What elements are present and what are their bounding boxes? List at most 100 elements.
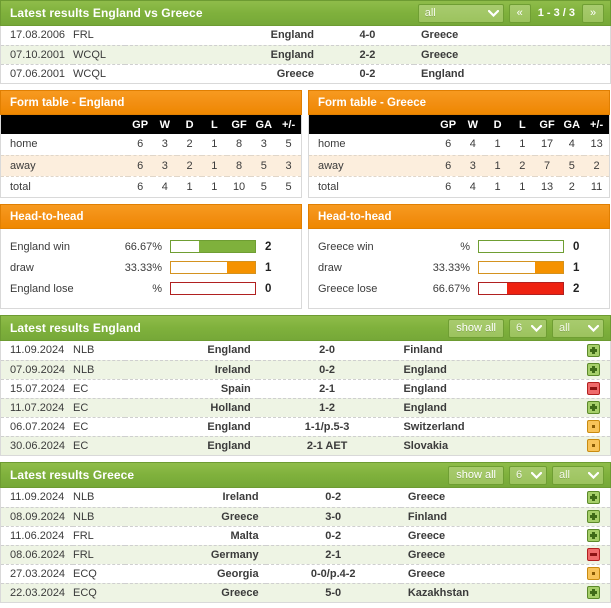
chevron-down-icon: [588, 467, 599, 484]
form-cell: 5: [260, 180, 267, 193]
match-date: 07.06.2001: [10, 67, 66, 80]
form-column-header: +/-: [584, 115, 609, 134]
away-team: Slovakia: [396, 436, 576, 455]
table-row[interactable]: 30.06.2024 EC England 2-1 AET Slovakia: [1, 436, 610, 455]
form-cell: 13: [584, 134, 609, 156]
table-row[interactable]: 17.08.2006 FRL England 4-0 Greece: [1, 26, 610, 46]
result-win-icon[interactable]: [586, 586, 600, 600]
table-row[interactable]: 11.06.2024 FRL Malta 0-2 Greece: [1, 526, 610, 546]
result-lose-icon[interactable]: [586, 548, 600, 561]
away-team: Greece: [400, 564, 576, 584]
result-win-icon[interactable]: [586, 490, 600, 504]
head-to-head-label: draw: [318, 261, 342, 274]
result-draw-icon[interactable]: [586, 567, 600, 580]
h2h-filter-select[interactable]: all: [417, 3, 504, 23]
h2h-results-header: Latest results England vs Greece all « 1…: [0, 0, 611, 26]
head-to-head-label: England win: [10, 240, 70, 253]
head-to-head-label: England lose: [10, 282, 74, 295]
table-row[interactable]: 07.10.2001 WCQL England 2-2 Greece: [1, 45, 610, 65]
form-cell: 11: [590, 180, 603, 193]
head-to-head-england: Head-to-head England win 66.67% 2 draw 33.33…: [0, 204, 302, 309]
head-to-head-greece: Head-to-head Greece win% 0 draw 33.33% 1 Gree…: [308, 204, 610, 309]
chevron-down-icon: [487, 5, 499, 22]
result-status-cell: [576, 417, 610, 437]
form-row-label: total: [10, 180, 31, 193]
count-select-england[interactable]: 6: [509, 318, 547, 338]
form-cell: 13: [540, 180, 554, 193]
form-cell: 3: [152, 155, 178, 177]
table-row[interactable]: 27.03.2024 ECQ Georgia 0-0/p.4-2 Greece: [1, 564, 610, 584]
home-team: Germany: [125, 545, 266, 565]
head-to-head-count: 2: [265, 240, 272, 253]
form-cell: 3: [152, 134, 178, 156]
latest-england-table: 11.09.2024 NLB England 2-0 Finland 07.09.2024…: [1, 341, 610, 455]
match-date: 11.09.2024: [1, 488, 73, 508]
result-draw-icon[interactable]: [586, 420, 600, 433]
away-team: England: [396, 360, 576, 380]
home-team: Georgia: [125, 564, 266, 584]
form-cell: 10: [232, 180, 246, 193]
result-win-icon[interactable]: [586, 363, 600, 376]
home-team: England: [125, 26, 321, 46]
form-cell: 3: [460, 155, 486, 177]
head-to-head-greece-title: Head-to-head: [318, 210, 392, 223]
away-team: Finland: [400, 507, 576, 527]
count-select-greece[interactable]: 6: [509, 465, 547, 485]
away-team: Greece: [400, 526, 576, 546]
table-row[interactable]: 08.06.2024 FRL Germany 2-1 Greece: [1, 545, 610, 565]
home-team: Malta: [125, 526, 266, 546]
away-team: Finland: [396, 341, 576, 361]
head-to-head-percent: %: [460, 240, 470, 253]
filter-select-greece[interactable]: all: [552, 465, 604, 485]
head-to-head-bar-fill: [535, 262, 563, 273]
form-cell: 2: [177, 155, 202, 177]
table-row[interactable]: 22.03.2024 ECQ Greece 5-0 Kazakhstan: [1, 583, 610, 602]
result-win-icon[interactable]: [586, 529, 600, 542]
form-column-header: +/-: [276, 115, 301, 134]
form-row-label: home: [309, 134, 436, 156]
result-win-icon[interactable]: [586, 510, 600, 523]
filter-select-england[interactable]: all: [552, 318, 604, 338]
home-team: Ireland: [125, 488, 266, 508]
result-draw-icon[interactable]: [586, 439, 600, 453]
table-row[interactable]: 11.09.2024 NLB Ireland 0-2 Greece: [1, 488, 610, 508]
match-competition: EC: [73, 398, 125, 418]
result-lose-icon[interactable]: [586, 382, 600, 395]
form-cell: 1: [494, 180, 501, 193]
table-row[interactable]: 07.06.2001 WCQL Greece 0-2 England: [1, 64, 610, 83]
match-date: 08.06.2024: [1, 545, 73, 565]
result-status-cell: [576, 379, 610, 399]
next-page-button[interactable]: »: [582, 3, 604, 23]
away-team: Greece: [413, 45, 610, 65]
home-team: England: [125, 45, 321, 65]
match-competition: NLB: [73, 488, 125, 508]
head-to-head-bar-fill: [227, 262, 255, 273]
form-cell: 6: [127, 134, 153, 156]
match-date: 11.07.2024: [1, 398, 73, 418]
show-all-button-greece[interactable]: show all: [448, 465, 504, 485]
form-cell: 6: [127, 155, 153, 177]
prev-page-button[interactable]: «: [508, 3, 531, 23]
form-row-label: away: [309, 155, 436, 177]
head-to-head-row: draw 33.33% 1: [318, 257, 600, 278]
match-competition: EC: [73, 379, 125, 399]
table-row[interactable]: 06.07.2024 EC England 1-1/p.5-3 Switzerland: [1, 417, 610, 437]
result-win-icon[interactable]: [586, 343, 600, 357]
head-to-head-count: 0: [573, 240, 580, 253]
result-win-icon[interactable]: [586, 401, 600, 414]
table-row[interactable]: 07.09.2024 NLB Ireland 0-2 England: [1, 360, 610, 380]
form-cell: 6: [435, 134, 461, 156]
table-row[interactable]: 11.07.2024 EC Holland 1-2 England: [1, 398, 610, 418]
show-all-button-england[interactable]: show all: [448, 318, 504, 338]
head-to-head-england-body: England win 66.67% 2 draw 33.33% 1 England los…: [0, 229, 302, 309]
match-score: 2-2: [321, 45, 414, 65]
table-row[interactable]: 15.07.2024 EC Spain 2-1 England: [1, 379, 610, 399]
head-to-head-row: England lose% 0: [10, 278, 292, 299]
head-to-head-percent: 66.67%: [432, 282, 470, 295]
head-to-head-bar: [170, 240, 256, 253]
match-competition: FRL: [73, 26, 125, 46]
table-row[interactable]: 08.09.2024 NLB Greece 3-0 Finland: [1, 507, 610, 527]
table-row[interactable]: 11.09.2024 NLB England 2-0 Finland: [1, 341, 610, 361]
away-team: Kazakhstan: [400, 583, 576, 602]
result-status-cell: [576, 398, 610, 418]
